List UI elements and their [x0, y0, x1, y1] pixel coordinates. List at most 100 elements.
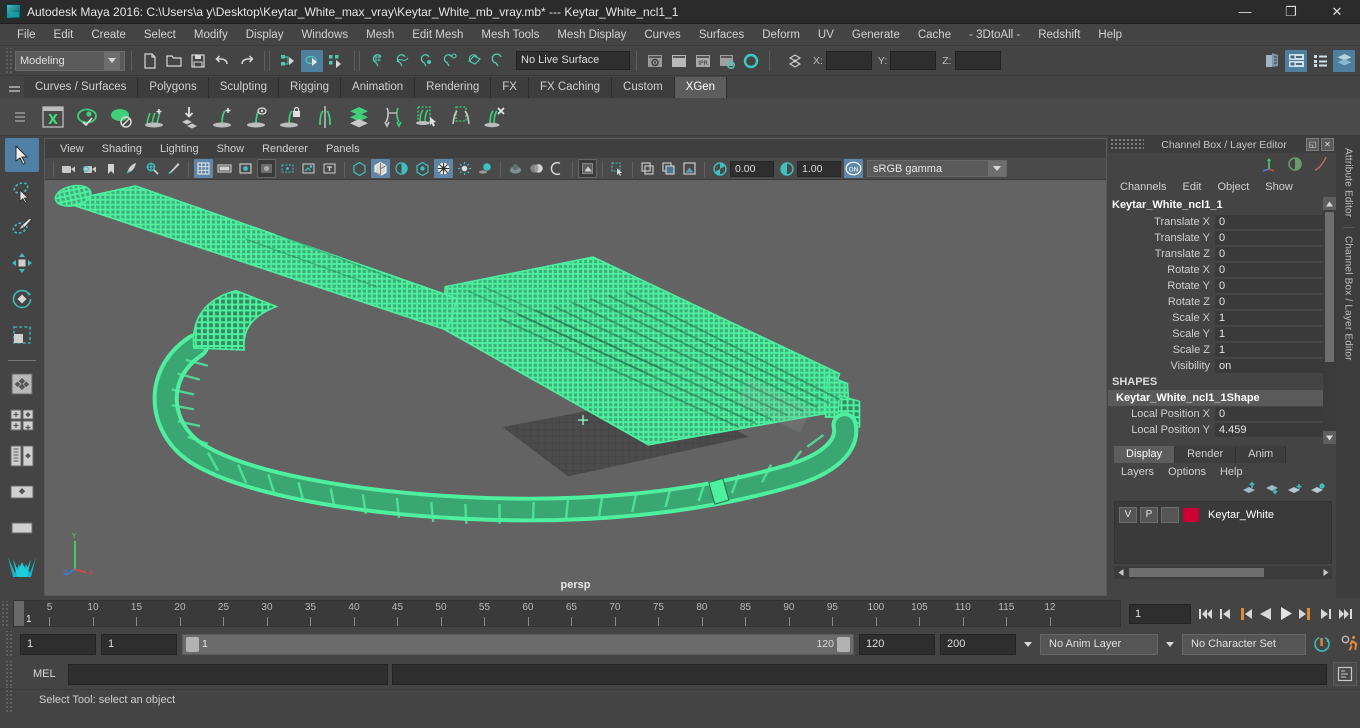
menu-generate[interactable]: Generate [843, 25, 909, 45]
vtab-channel-box-layer-editor[interactable]: Channel Box / Layer Editor [1342, 227, 1354, 367]
lighting-toggle-icon[interactable] [455, 159, 474, 178]
sculpt-layers-icon[interactable] [343, 101, 375, 133]
anim-layer-selector[interactable]: No Anim Layer [1040, 633, 1158, 655]
anim-end-field[interactable]: 200 [940, 633, 1016, 655]
layer-row[interactable]: V P Keytar_White [1119, 506, 1327, 523]
step-forward-frame-icon[interactable] [1297, 604, 1314, 624]
safe-title-icon[interactable] [320, 159, 339, 178]
select-by-object-icon[interactable] [301, 49, 323, 72]
layer-list-hscrollbar[interactable] [1114, 566, 1332, 579]
wireframe-icon[interactable] [350, 159, 369, 178]
render-sequence-icon[interactable] [668, 50, 690, 72]
persp-graph-layout[interactable] [5, 511, 39, 545]
show-sidebar-toolsettings-icon[interactable] [1285, 49, 1307, 72]
transfer-guides-icon[interactable] [377, 101, 409, 133]
anim-start-field[interactable]: 1 [20, 633, 96, 655]
exposure-value[interactable]: 0.00 [730, 160, 774, 177]
exposure-icon[interactable] [710, 159, 729, 178]
xgen-editor-icon[interactable]: X [37, 101, 69, 133]
layer-visibility-toggle[interactable]: V [1119, 506, 1137, 523]
menu-3dtoall[interactable]: - 3DtoAll - [960, 25, 1029, 45]
le-menu-layers[interactable]: Layers [1114, 465, 1161, 479]
last-tool[interactable] [5, 367, 39, 401]
play-backwards-icon[interactable] [1257, 604, 1274, 624]
play-forwards-icon[interactable] [1277, 604, 1294, 624]
le-menu-help[interactable]: Help [1213, 465, 1250, 479]
selection-mask-icon[interactable] [784, 50, 806, 72]
shelf-tab-fx-caching[interactable]: FX Caching [528, 77, 613, 98]
menu-select[interactable]: Select [135, 25, 185, 45]
menu-mesh-tools[interactable]: Mesh Tools [472, 25, 548, 45]
multisample-icon[interactable] [548, 159, 567, 178]
select-by-component-icon[interactable] [325, 50, 347, 72]
range-end-field[interactable]: 120 [859, 633, 935, 655]
tab-render-layers[interactable]: Render [1175, 446, 1237, 463]
menu-create[interactable]: Create [82, 25, 135, 45]
two-d-pan-zoom-icon[interactable] [143, 159, 162, 178]
step-back-key-icon[interactable] [1217, 604, 1234, 624]
menu-mesh[interactable]: Mesh [357, 25, 403, 45]
menu-display[interactable]: Display [237, 25, 293, 45]
menu-modify[interactable]: Modify [185, 25, 237, 45]
time-slider[interactable]: 1 5 10 15 20 25 30 35 40 45 50 55 60 65 70 75 80 85 90 95 1… [13, 600, 1121, 627]
attr-value[interactable]: 0 [1215, 214, 1323, 230]
menu-surfaces[interactable]: Surfaces [690, 25, 753, 45]
le-menu-options[interactable]: Options [1161, 465, 1213, 479]
shelf-tab-curves-surfaces[interactable]: Curves / Surfaces [24, 77, 139, 98]
disable-preview-icon[interactable] [105, 101, 137, 133]
viewport-menu-panels[interactable]: Panels [317, 142, 369, 156]
select-region-icon[interactable] [411, 101, 443, 133]
command-input-field[interactable] [67, 663, 388, 685]
gate-mask-icon[interactable] [257, 159, 276, 178]
lock-guide-icon[interactable] [275, 101, 307, 133]
display-selected-icon[interactable] [638, 159, 657, 178]
scroll-down-arrow-icon[interactable] [1323, 431, 1336, 444]
xray-selected-icon[interactable] [608, 159, 627, 178]
shelf-tab-sculpting[interactable]: Sculpting [208, 77, 280, 98]
animation-preferences-icon[interactable] [1338, 633, 1360, 655]
attr-value[interactable]: 0 [1215, 230, 1323, 246]
layer-playback-toggle[interactable]: P [1140, 506, 1158, 523]
rotate-tool[interactable] [5, 282, 39, 316]
field-chart-icon[interactable] [278, 159, 297, 178]
tab-anim-layers[interactable]: Anim [1236, 446, 1287, 463]
attr-value[interactable]: 0 [1215, 294, 1323, 310]
manipulator-axis-icon[interactable] [1260, 156, 1278, 175]
image-plane-icon[interactable] [122, 159, 141, 178]
ipr-render-icon[interactable]: IPR [692, 50, 714, 72]
show-sidebar-attribute-icon[interactable] [1261, 50, 1283, 72]
range-slider-left-handle[interactable] [186, 636, 199, 652]
character-set-selector[interactable]: No Character Set [1182, 633, 1306, 655]
command-language-label[interactable]: MEL [19, 668, 64, 680]
shelf-options-menu[interactable] [4, 98, 36, 136]
menu-windows[interactable]: Windows [292, 25, 357, 45]
shelf-tab-xgen[interactable]: XGen [674, 77, 728, 98]
attr-value[interactable]: on [1215, 358, 1323, 374]
layer-name[interactable]: Keytar_White [1208, 509, 1274, 521]
coord-z-field[interactable] [954, 51, 1001, 70]
menu-help[interactable]: Help [1089, 25, 1131, 45]
cb-menu-edit[interactable]: Edit [1174, 180, 1209, 194]
attr-value[interactable]: 0 [1215, 278, 1323, 294]
new-layer-from-selected-icon[interactable] [1310, 482, 1326, 498]
panel-close-button[interactable]: ✕ [1321, 138, 1334, 151]
menu-edit-mesh[interactable]: Edit Mesh [403, 25, 472, 45]
shadows-icon[interactable] [476, 159, 495, 178]
scale-tool[interactable] [5, 318, 39, 352]
time-cursor[interactable] [14, 601, 24, 626]
add-guide-icon[interactable] [207, 101, 239, 133]
cb-menu-show[interactable]: Show [1257, 180, 1301, 194]
tab-display-layers[interactable]: Display [1114, 446, 1176, 463]
scrollbar-thumb[interactable] [1325, 212, 1334, 362]
snap-to-point-icon[interactable] [415, 50, 437, 72]
camera-attributes-icon[interactable] [80, 159, 99, 178]
paint-select-tool[interactable] [5, 210, 39, 244]
range-start-field[interactable]: 1 [101, 633, 177, 655]
move-layer-down-icon[interactable] [1264, 482, 1280, 498]
select-tool[interactable] [5, 138, 39, 172]
grease-pencil-icon[interactable] [164, 159, 183, 178]
viewport-canvas[interactable]: persp Y X Z [45, 180, 1106, 595]
shelf-tab-rendering[interactable]: Rendering [415, 77, 492, 98]
menu-cache[interactable]: Cache [909, 25, 960, 45]
render-settings-icon[interactable] [716, 50, 738, 72]
